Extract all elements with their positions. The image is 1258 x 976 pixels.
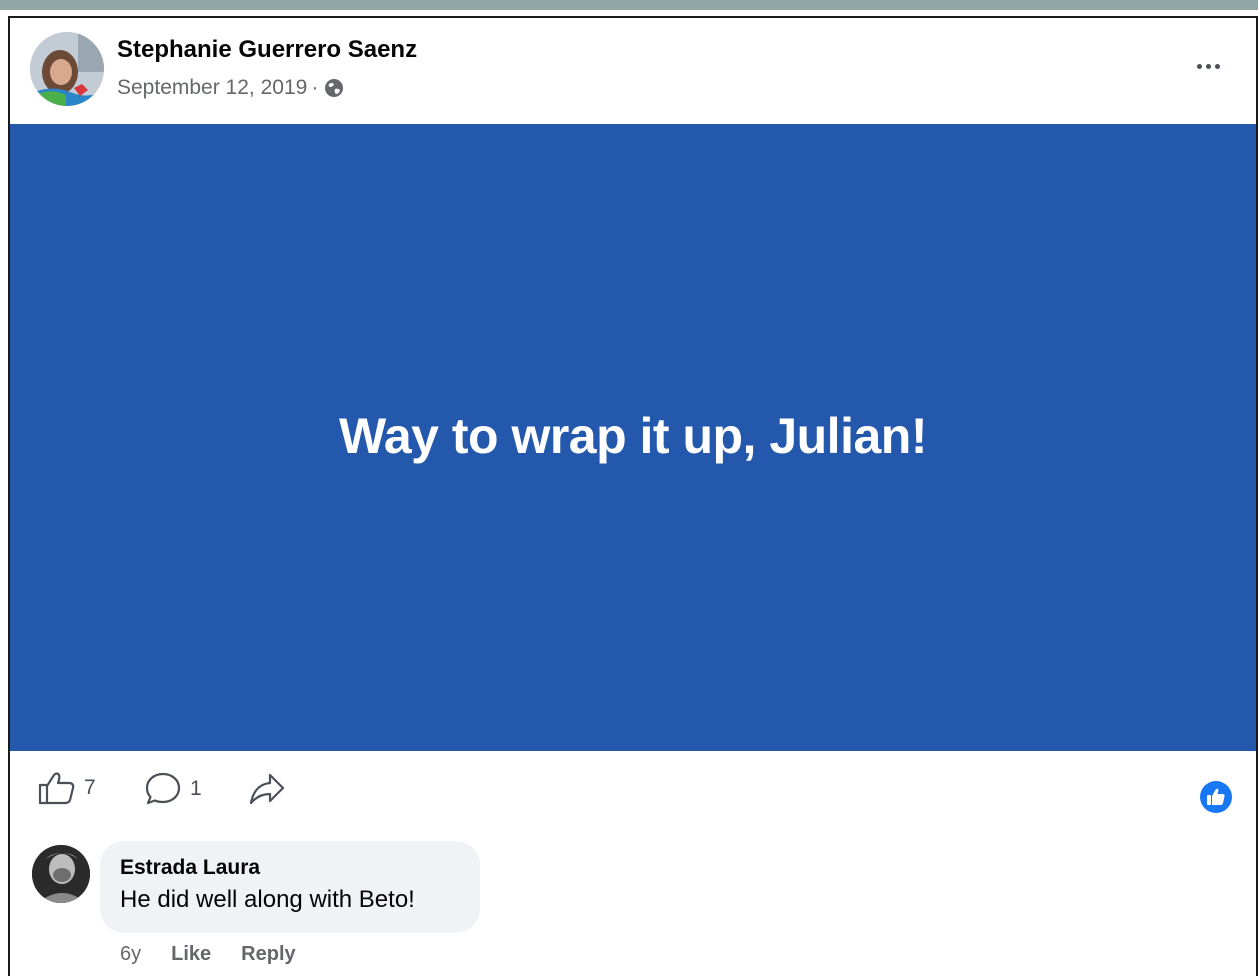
like-count: 7 (84, 776, 96, 799)
share-arrow-icon (249, 773, 285, 805)
menu-dot (1205, 63, 1211, 69)
like-button[interactable]: 7 (38, 771, 96, 805)
author-name[interactable]: Stephanie Guerrero Saenz (117, 36, 417, 64)
thumbs-up-icon (38, 772, 75, 805)
commenter-avatar-image (32, 845, 90, 903)
reaction-thumb-glyph (1207, 788, 1225, 805)
commenter-name[interactable]: Estrada Laura (120, 856, 260, 880)
post-text: Way to wrap it up, Julian! (339, 407, 927, 464)
comment-reply-button[interactable]: Reply (241, 943, 295, 966)
share-button[interactable] (248, 771, 286, 807)
avatar-image (30, 32, 104, 106)
meta-separator: · (311, 76, 319, 99)
comment-bubble: Estrada Laura He did well along with Bet… (100, 841, 480, 933)
post-card: Stephanie Guerrero Saenz September 12, 2… (8, 16, 1258, 976)
comment-actions: 6y Like Reply (120, 943, 326, 966)
window-top-strip (0, 0, 1258, 10)
menu-dot (1196, 63, 1202, 69)
globe-icon[interactable] (324, 78, 344, 98)
comment-count: 1 (190, 777, 202, 800)
comment-button[interactable]: 1 (144, 771, 202, 807)
post-meta: September 12, 2019 · (117, 76, 344, 100)
post-header: Stephanie Guerrero Saenz September 12, 2… (10, 18, 1256, 124)
comment-text: He did well along with Beto! (120, 886, 415, 913)
more-options-icon[interactable] (1190, 54, 1226, 78)
comment-like-button[interactable]: Like (171, 943, 211, 966)
menu-dot (1214, 63, 1220, 69)
comment-bubble-icon (145, 772, 181, 805)
post-date[interactable]: September 12, 2019 (117, 76, 307, 100)
comment-time[interactable]: 6y (120, 943, 141, 966)
commenter-avatar[interactable] (32, 845, 90, 903)
post-actions: 7 1 (10, 751, 1256, 833)
post-text-background[interactable]: Way to wrap it up, Julian! (10, 124, 1256, 751)
author-avatar[interactable] (30, 32, 104, 106)
like-reaction-icon[interactable] (1200, 781, 1232, 813)
